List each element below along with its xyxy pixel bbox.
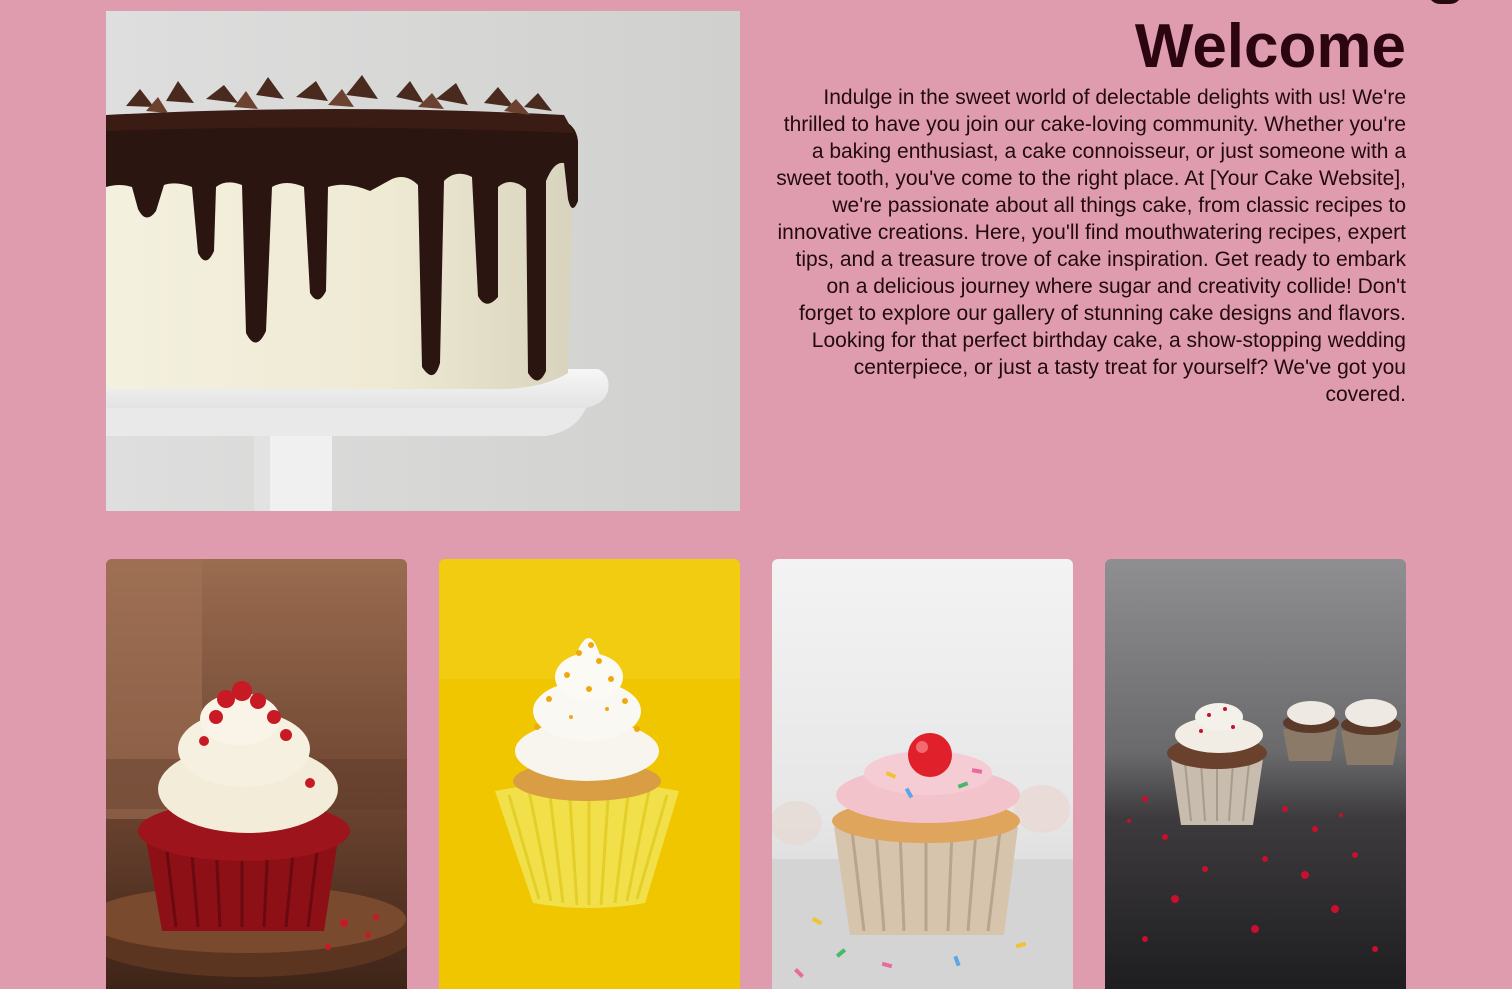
corner-partial-mark xyxy=(1428,0,1462,4)
welcome-paragraph: Indulge in the sweet world of delectable… xyxy=(776,86,1406,406)
gallery-image-chocolate-cupcakes xyxy=(1105,559,1406,989)
yellow-cupcake-illustration xyxy=(439,559,740,989)
red-velvet-cupcake-illustration xyxy=(106,559,407,989)
drip-cake-illustration xyxy=(106,11,740,511)
gallery-image-cherry-cupcake xyxy=(772,559,1073,989)
cherry-cupcake-illustration xyxy=(772,559,1073,989)
chocolate-cupcakes-illustration xyxy=(1105,559,1406,989)
gallery-image-red-velvet-cupcake xyxy=(106,559,407,989)
welcome-title: Welcome xyxy=(1134,12,1406,81)
hero-cake-image xyxy=(106,11,740,511)
cupcake-gallery xyxy=(106,559,1406,989)
gallery-image-yellow-cupcake xyxy=(439,559,740,989)
